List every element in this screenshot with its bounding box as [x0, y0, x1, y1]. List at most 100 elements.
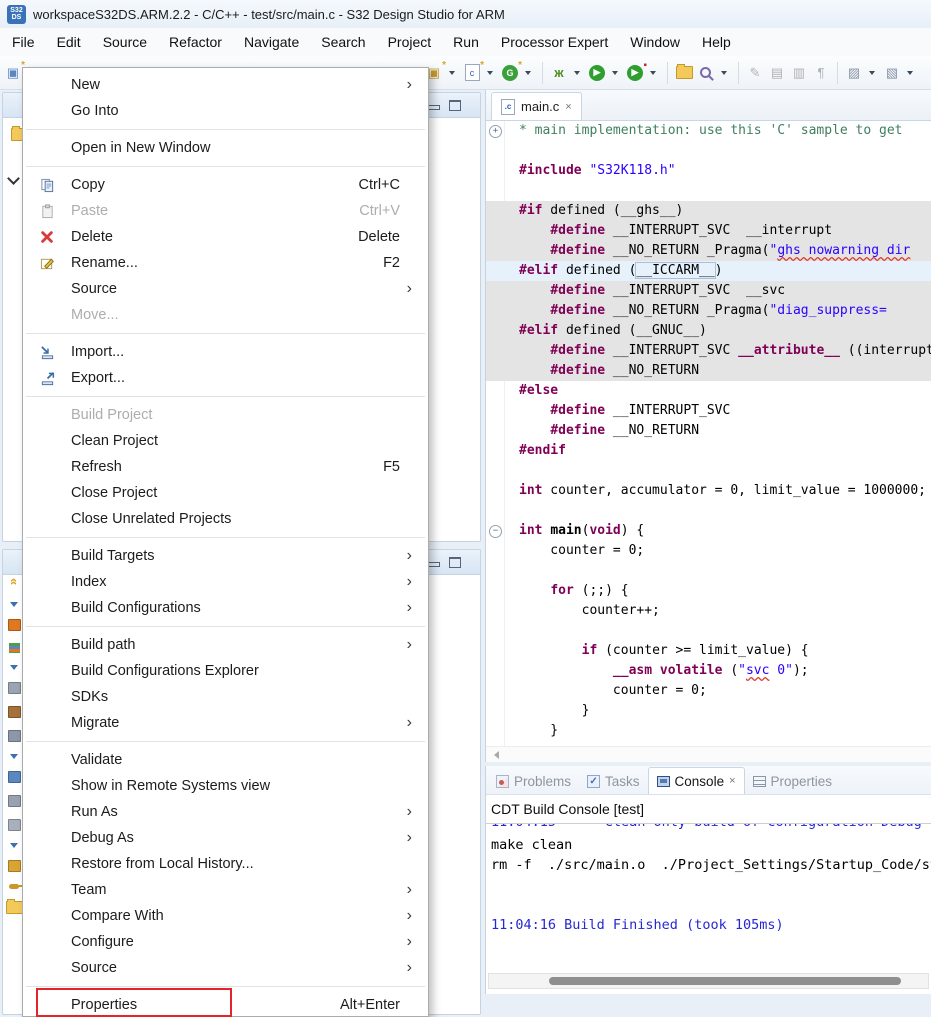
menu-item-compare-with[interactable]: Compare With›	[23, 903, 428, 929]
dropdown-arrow-icon[interactable]	[10, 843, 18, 848]
component-brown-icon[interactable]	[8, 706, 21, 718]
menu-item-debug-as[interactable]: Debug As›	[23, 825, 428, 851]
editor-horizontal-scrollbar[interactable]	[486, 746, 931, 762]
code-token: (counter >= limit_value) {	[597, 643, 808, 658]
menu-item-build-targets[interactable]: Build Targets›	[23, 543, 428, 569]
collapse-chevrons-icon[interactable]: «	[8, 578, 20, 590]
link-with-editor-icon[interactable]: ▤	[767, 63, 787, 83]
console-tab-console[interactable]: Console×	[648, 767, 745, 794]
console-tab-problems[interactable]: Problems	[488, 768, 579, 794]
folder-icon[interactable]	[6, 901, 23, 914]
gear-icon[interactable]	[8, 682, 21, 694]
tree-expand-chevron-icon[interactable]	[7, 172, 20, 185]
maximize-icon[interactable]	[449, 100, 461, 111]
menubar-item-search[interactable]: Search	[310, 29, 376, 55]
menu-item-build-configurations-explorer[interactable]: Build Configurations Explorer	[23, 658, 428, 684]
menubar-item-navigate[interactable]: Navigate	[233, 29, 310, 55]
menu-item-rename[interactable]: Rename...F2	[23, 250, 428, 276]
menu-item-clean-project[interactable]: Clean Project	[23, 428, 428, 454]
mark-occurrences-icon[interactable]: ▨	[844, 63, 864, 83]
menu-item-open-in-new-window[interactable]: Open in New Window	[23, 135, 428, 161]
fold-collapse-icon[interactable]: −	[489, 525, 502, 538]
component-gold-icon[interactable]	[8, 860, 21, 872]
console-tab-properties[interactable]: Properties	[745, 768, 841, 794]
fold-expand-icon[interactable]: +	[489, 125, 502, 138]
key-icon[interactable]	[9, 884, 19, 889]
profile-icon-dropdown[interactable]	[650, 71, 656, 75]
menu-item-validate[interactable]: Validate	[23, 747, 428, 773]
dropdown-arrow-icon[interactable]	[10, 602, 18, 607]
open-element-icon[interactable]	[674, 63, 694, 83]
menu-item-migrate[interactable]: Migrate›	[23, 710, 428, 736]
new-c-file-icon[interactable]: c*	[462, 63, 482, 83]
menubar-item-processor-expert[interactable]: Processor Expert	[490, 29, 619, 55]
menubar-item-project[interactable]: Project	[377, 29, 443, 55]
search-icon[interactable]	[696, 63, 716, 83]
menu-item-show-in-remote-systems-view[interactable]: Show in Remote Systems view	[23, 773, 428, 799]
build-icon-dropdown[interactable]	[525, 71, 531, 75]
console-tab-tasks[interactable]: ✓Tasks	[579, 768, 648, 794]
annotation-navigation-icon[interactable]: ▧	[882, 63, 902, 83]
component-blue-icon[interactable]	[8, 771, 21, 783]
run-icon-dropdown[interactable]	[612, 71, 618, 75]
gear-icon[interactable]	[8, 730, 21, 742]
menu-item-import[interactable]: Import...	[23, 339, 428, 365]
scrollbar-thumb[interactable]	[549, 977, 901, 985]
search-icon-dropdown[interactable]	[721, 71, 727, 75]
menu-item-copy[interactable]: CopyCtrl+C	[23, 172, 428, 198]
menubar-item-edit[interactable]: Edit	[46, 29, 92, 55]
editor-tab-main-c[interactable]: .c main.c ×	[491, 92, 582, 120]
menu-item-new[interactable]: New›	[23, 72, 428, 98]
menubar-item-help[interactable]: Help	[691, 29, 742, 55]
gear-icon[interactable]	[8, 819, 21, 831]
maximize-icon[interactable]	[449, 557, 461, 568]
menu-item-build-configurations[interactable]: Build Configurations›	[23, 595, 428, 621]
new-wizard-icon[interactable]: ▣*	[3, 63, 23, 83]
dropdown-arrow-icon[interactable]	[10, 665, 18, 670]
menu-item-restore-from-local-history[interactable]: Restore from Local History...	[23, 851, 428, 877]
menu-item-index[interactable]: Index›	[23, 569, 428, 595]
mark-occurrences-icon-dropdown[interactable]	[869, 71, 875, 75]
debug-icon[interactable]: ж	[549, 63, 569, 83]
menu-item-go-into[interactable]: Go Into	[23, 98, 428, 124]
menu-item-refresh[interactable]: RefreshF5	[23, 454, 428, 480]
build-icon[interactable]: G*	[500, 63, 520, 83]
menu-item-delete[interactable]: DeleteDelete	[23, 224, 428, 250]
menubar-item-refactor[interactable]: Refactor	[158, 29, 233, 55]
gear-icon[interactable]	[8, 795, 21, 807]
menubar-item-file[interactable]: File	[1, 29, 46, 55]
show-whitespace-icon[interactable]: ¶	[811, 63, 831, 83]
menu-item-export[interactable]: Export...	[23, 365, 428, 391]
new-c-file-icon-dropdown[interactable]	[487, 71, 493, 75]
profile-icon[interactable]: ▶▪	[625, 63, 645, 83]
dropdown-arrow-icon[interactable]	[10, 754, 18, 759]
menu-item-configure[interactable]: Configure›	[23, 929, 428, 955]
close-icon[interactable]: ×	[729, 775, 735, 787]
menu-item-close-unrelated-projects[interactable]: Close Unrelated Projects	[23, 506, 428, 532]
minimize-icon[interactable]	[428, 562, 440, 567]
menu-item-build-path[interactable]: Build path›	[23, 632, 428, 658]
menubar-item-run[interactable]: Run	[442, 29, 490, 55]
minimize-icon[interactable]	[428, 105, 440, 110]
red-highlight-annotation	[36, 988, 232, 1017]
console-horizontal-scrollbar[interactable]	[488, 973, 929, 989]
close-icon[interactable]: ×	[565, 101, 571, 113]
last-edit-location-icon[interactable]: ✎	[745, 63, 765, 83]
component-orange-icon[interactable]	[8, 619, 21, 631]
menu-item-close-project[interactable]: Close Project	[23, 480, 428, 506]
outline-icon[interactable]: ▥	[789, 63, 809, 83]
menubar-item-window[interactable]: Window	[619, 29, 691, 55]
scroll-left-icon[interactable]	[494, 751, 499, 759]
debug-icon-dropdown[interactable]	[574, 71, 580, 75]
menu-item-run-as[interactable]: Run As›	[23, 799, 428, 825]
menubar-item-source[interactable]: Source	[92, 29, 158, 55]
new-c-wizard-icon-dropdown[interactable]	[449, 71, 455, 75]
menu-item-source[interactable]: Source›	[23, 276, 428, 302]
component-stack-icon[interactable]	[9, 643, 20, 653]
run-icon[interactable]: ▶	[587, 63, 607, 83]
menu-item-team[interactable]: Team›	[23, 877, 428, 903]
code-area[interactable]: +* main implementation: use this 'C' sam…	[486, 121, 931, 746]
annotation-navigation-icon-dropdown[interactable]	[907, 71, 913, 75]
menu-item-source[interactable]: Source›	[23, 955, 428, 981]
menu-item-sdks[interactable]: SDKs	[23, 684, 428, 710]
